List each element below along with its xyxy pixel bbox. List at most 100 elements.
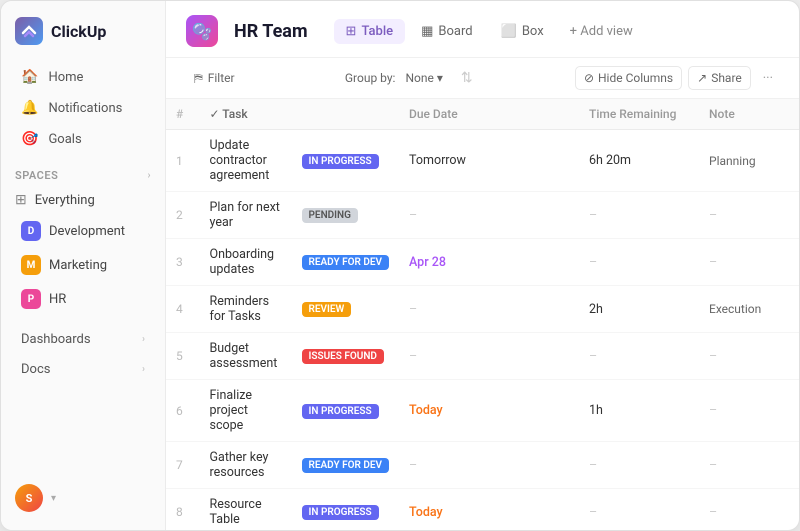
row-task-name: Onboarding updates	[200, 239, 292, 286]
sidebar-item-development[interactable]: D Development	[7, 215, 159, 247]
row-due-date: –	[399, 286, 579, 333]
development-dot: D	[21, 221, 41, 241]
table-row[interactable]: 2Plan for next yearPENDING–––	[166, 192, 799, 239]
logo-icon	[15, 17, 43, 45]
dashboards-chevron: ›	[142, 334, 145, 345]
more-options-button[interactable]: ···	[757, 67, 779, 90]
sidebar-notifications-label: Notifications	[48, 101, 122, 116]
sidebar-home-label: Home	[48, 70, 83, 85]
row-num: 7	[166, 442, 200, 489]
avatar-chevron[interactable]: ▾	[51, 493, 56, 504]
logo-area[interactable]: ClickUp	[1, 1, 165, 57]
row-num: 8	[166, 489, 200, 531]
table-row[interactable]: 5Budget assessmentISSUES FOUND–––	[166, 333, 799, 380]
status-badge: PENDING	[302, 208, 358, 223]
share-icon: ↗	[697, 71, 707, 85]
table-row[interactable]: 6Finalize project scopeIN PROGRESSToday1…	[166, 380, 799, 442]
row-num: 3	[166, 239, 200, 286]
toolbar: ⛿ Filter Group by: None ▾ ⇅ ⊘ Hide Colum…	[166, 58, 799, 99]
tab-board[interactable]: ▦ Board	[409, 19, 485, 44]
sidebar-item-docs[interactable]: Docs ›	[7, 355, 159, 384]
row-task-name: Finalize project scope	[200, 380, 292, 442]
group-by-chevron: ▾	[437, 71, 443, 85]
sidebar-goals-label: Goals	[48, 132, 81, 147]
tab-table[interactable]: ⊞ Table	[334, 19, 406, 44]
row-time-remaining: 6h 20m	[579, 130, 699, 192]
main-content: 🫧 HR Team ⊞ Table ▦ Board ⬜ Box + Add vi…	[166, 1, 799, 530]
share-button[interactable]: ↗ Share	[688, 66, 751, 90]
row-task-name: Resource Table	[200, 489, 292, 531]
notifications-icon: 🔔	[21, 100, 38, 116]
tab-board-label: Board	[438, 24, 472, 39]
filter-button[interactable]: ⛿ Filter	[186, 67, 243, 90]
spaces-section: Spaces ›	[1, 159, 165, 186]
row-note: –	[699, 333, 799, 380]
everything-icon: ⊞	[15, 192, 27, 208]
row-task-name: Update contractor agreement	[200, 130, 292, 192]
dashboards-label: Dashboards	[21, 332, 91, 347]
row-time-remaining: –	[579, 333, 699, 380]
row-due-date: –	[399, 192, 579, 239]
spaces-chevron[interactable]: ›	[147, 170, 151, 181]
row-status: READY FOR DEV	[292, 239, 399, 286]
row-time-remaining: –	[579, 489, 699, 531]
row-num: 1	[166, 130, 200, 192]
group-by-control: Group by: None ▾	[345, 67, 449, 89]
sidebar-item-dashboards[interactable]: Dashboards ›	[7, 325, 159, 354]
row-due-date: –	[399, 442, 579, 489]
group-by-label: Group by:	[345, 71, 396, 85]
user-avatar[interactable]: S	[15, 484, 43, 512]
row-num: 2	[166, 192, 200, 239]
tab-box-label: Box	[522, 24, 544, 39]
row-time-remaining: –	[579, 192, 699, 239]
tasks-table: # ✓ Task Due Date Time Remaining Note 1U…	[166, 99, 799, 530]
group-by-button[interactable]: None ▾	[399, 67, 448, 89]
workspace-title: HR Team	[234, 21, 308, 42]
group-by-value: None	[405, 71, 433, 85]
marketing-dot: M	[21, 255, 41, 275]
sidebar-bottom: Dashboards › Docs ›	[1, 324, 165, 385]
row-due-date: Today	[399, 489, 579, 531]
row-status: IN PROGRESS	[292, 380, 399, 442]
sidebar-item-home[interactable]: 🏠 Home	[7, 62, 159, 92]
table-row[interactable]: 1Update contractor agreementIN PROGRESST…	[166, 130, 799, 192]
filter-icon: ⛿	[194, 71, 203, 86]
row-note: –	[699, 442, 799, 489]
row-time-remaining: –	[579, 239, 699, 286]
sidebar-item-everything[interactable]: ⊞ Everything	[1, 186, 165, 214]
hide-columns-label: Hide Columns	[598, 71, 673, 85]
sidebar-item-notifications[interactable]: 🔔 Notifications	[7, 93, 159, 123]
table-row[interactable]: 7Gather key resourcesREADY FOR DEV–––	[166, 442, 799, 489]
row-note: –	[699, 380, 799, 442]
col-task: ✓ Task	[200, 99, 400, 130]
status-badge: IN PROGRESS	[302, 505, 379, 520]
sidebar-item-goals[interactable]: 🎯 Goals	[7, 124, 159, 154]
table-row[interactable]: 8Resource TableIN PROGRESSToday––	[166, 489, 799, 531]
row-due-date: Apr 28	[399, 239, 579, 286]
workspace-icon: 🫧	[186, 15, 218, 47]
table-row[interactable]: 3Onboarding updatesREADY FOR DEVApr 28––	[166, 239, 799, 286]
logo-text: ClickUp	[51, 22, 106, 41]
sidebar-item-hr[interactable]: P HR	[7, 283, 159, 315]
add-view-label: + Add view	[570, 24, 633, 39]
hr-label: HR	[49, 292, 66, 307]
row-note: Planning	[699, 130, 799, 192]
sidebar: ClickUp 🏠 Home 🔔 Notifications 🎯 Goals S…	[1, 1, 166, 530]
add-view-button[interactable]: + Add view	[560, 19, 643, 44]
row-due-date: Today	[399, 380, 579, 442]
filter-label: Filter	[208, 71, 235, 85]
row-status: REVIEW	[292, 286, 399, 333]
tab-box[interactable]: ⬜ Box	[489, 19, 556, 44]
everything-label: Everything	[35, 193, 95, 208]
row-task-name: Gather key resources	[200, 442, 292, 489]
spaces-label: Spaces	[15, 169, 58, 182]
row-time-remaining: 1h	[579, 380, 699, 442]
table-row[interactable]: 4Reminders for TasksREVIEW–2hExecution	[166, 286, 799, 333]
docs-chevron: ›	[142, 364, 145, 375]
sidebar-item-marketing[interactable]: M Marketing	[7, 249, 159, 281]
row-time-remaining: 2h	[579, 286, 699, 333]
row-task-name: Reminders for Tasks	[200, 286, 292, 333]
hide-columns-button[interactable]: ⊘ Hide Columns	[575, 66, 682, 90]
row-note: –	[699, 192, 799, 239]
toolbar-sort-icon[interactable]: ⇅	[461, 70, 473, 86]
